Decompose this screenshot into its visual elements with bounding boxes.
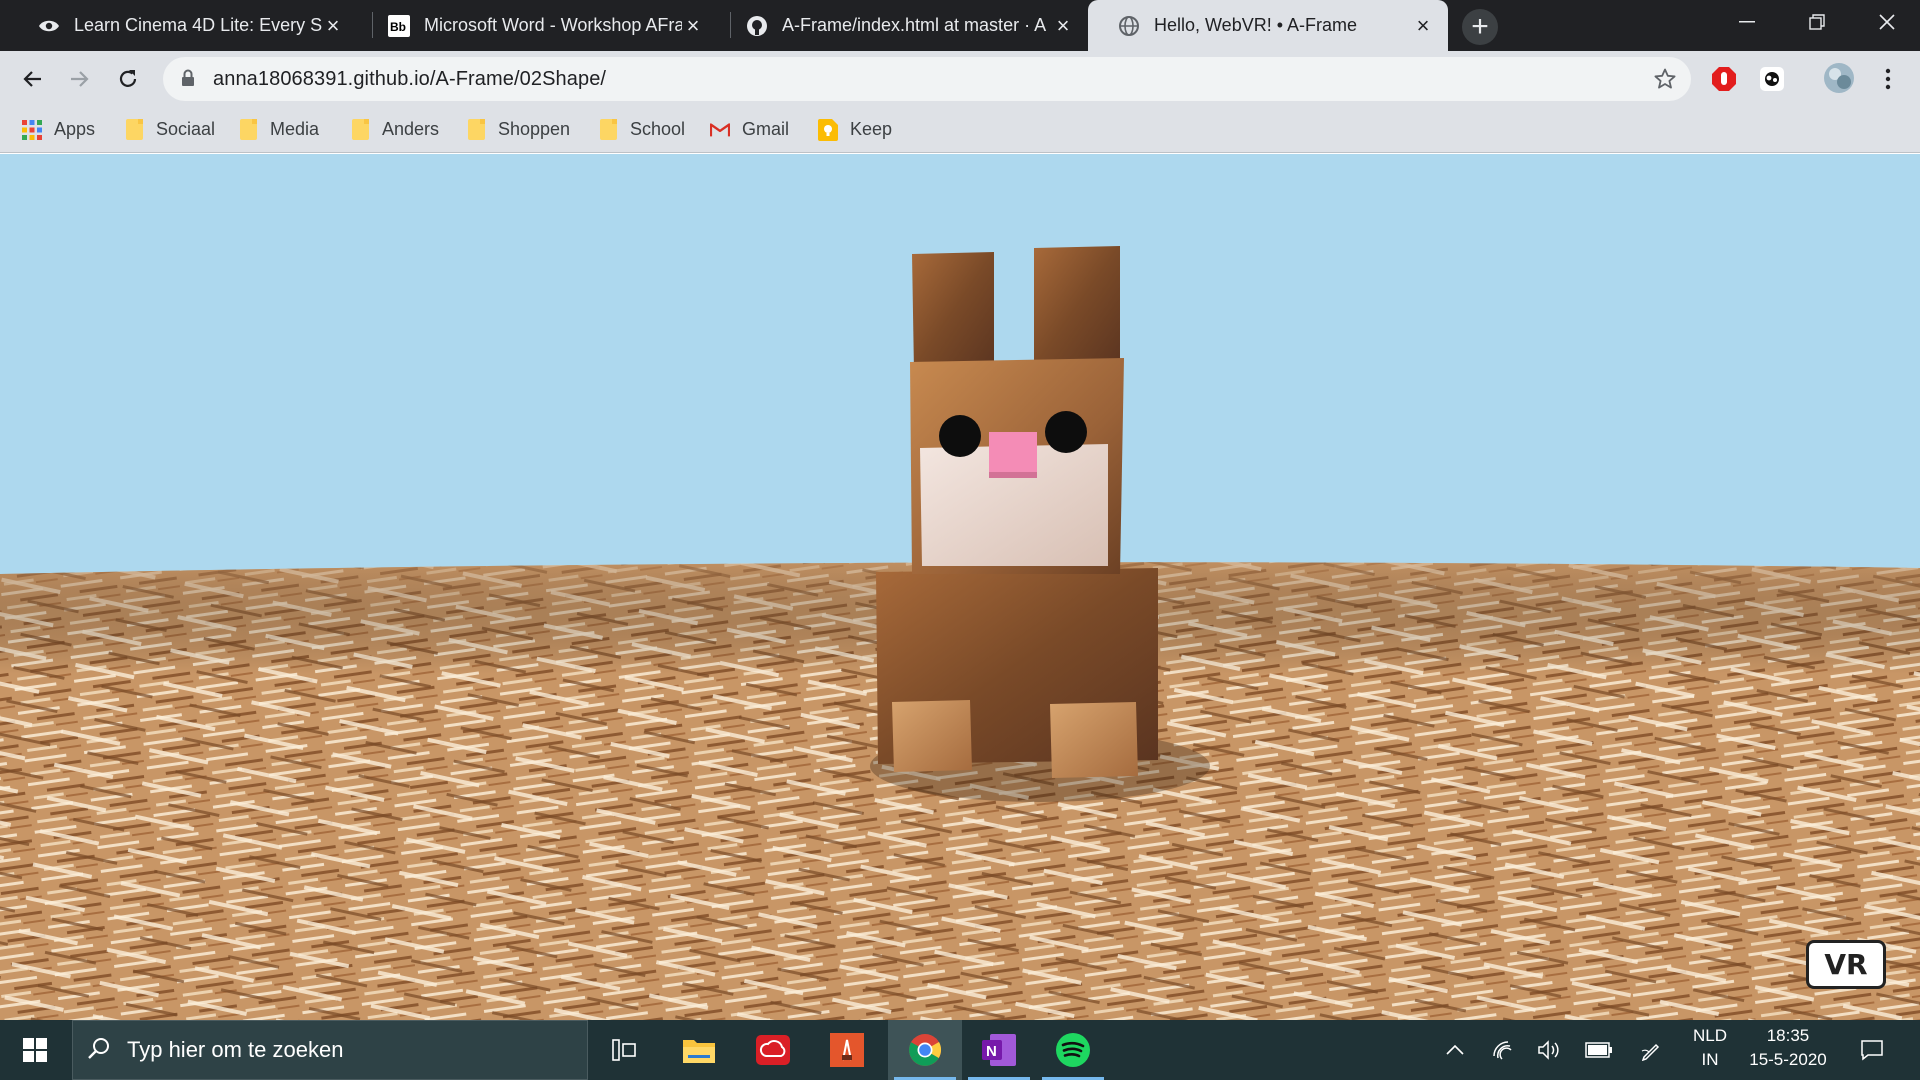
clock-time: 18:35 bbox=[1766, 1026, 1810, 1045]
wifi-icon[interactable] bbox=[1488, 1020, 1518, 1080]
volume-icon[interactable] bbox=[1534, 1020, 1564, 1080]
left-ear bbox=[912, 252, 994, 372]
search-icon bbox=[87, 1036, 111, 1065]
show-hidden-icons-chevron-icon[interactable] bbox=[1440, 1020, 1470, 1080]
taskbar-search-box[interactable]: Typ hier om te zoeken bbox=[72, 1020, 588, 1080]
tab-strip: Learn Cinema 4D Lite: Every Step × Bb Mi… bbox=[0, 0, 1920, 51]
arrow-left-icon bbox=[23, 71, 41, 87]
github-icon bbox=[746, 15, 768, 37]
svg-text:Bb: Bb bbox=[390, 20, 406, 34]
bookmark-anders[interactable]: Anders bbox=[350, 107, 439, 152]
windows-logo-icon bbox=[23, 1038, 47, 1062]
vr-mode-button[interactable]: VR bbox=[1806, 940, 1886, 989]
language-code: NLD bbox=[1692, 1026, 1727, 1045]
bookmark-apps[interactable]: Apps bbox=[22, 107, 95, 152]
bookmark-label: School bbox=[630, 119, 686, 139]
onenote-icon[interactable]: N bbox=[962, 1020, 1036, 1080]
restore-icon[interactable] bbox=[1788, 0, 1846, 44]
close-icon[interactable]: × bbox=[1412, 13, 1434, 38]
clock[interactable]: 18:35 15-5-2020 bbox=[1740, 1026, 1836, 1070]
action-center-icon[interactable] bbox=[1852, 1020, 1892, 1080]
aframe-scene[interactable]: VR bbox=[0, 154, 1920, 1020]
minimize-icon[interactable] bbox=[1718, 0, 1776, 44]
profile-avatar[interactable] bbox=[1822, 61, 1856, 95]
left-paw bbox=[892, 700, 972, 772]
battery-icon[interactable] bbox=[1582, 1020, 1616, 1080]
left-eye bbox=[939, 415, 981, 457]
tab-title: Learn Cinema 4D Lite: Every Step bbox=[74, 15, 322, 35]
window-close-icon[interactable] bbox=[1858, 0, 1916, 44]
right-ear bbox=[1034, 246, 1120, 368]
spotify-icon[interactable] bbox=[1036, 1020, 1110, 1080]
bookmark-keep[interactable]: Keep bbox=[818, 107, 892, 152]
tab-title: Hello, WebVR! • A-Frame bbox=[1154, 15, 1358, 35]
language-indicator[interactable]: NLD IN bbox=[1682, 1026, 1738, 1070]
pen-workspace-icon[interactable] bbox=[1636, 1020, 1666, 1080]
arrow-right-icon bbox=[71, 71, 89, 87]
bookmark-label: Media bbox=[270, 119, 320, 139]
task-view-icon[interactable] bbox=[588, 1020, 662, 1080]
svg-text:N: N bbox=[986, 1043, 997, 1060]
clock-date: 15-5-2020 bbox=[1749, 1050, 1827, 1069]
close-icon[interactable]: × bbox=[322, 13, 344, 38]
bookmarks-bar: Apps Sociaal Media Anders Shoppen School… bbox=[0, 107, 1920, 153]
chrome-icon[interactable] bbox=[888, 1020, 962, 1080]
bookmark-school[interactable]: School bbox=[598, 107, 685, 152]
bookmark-label: Gmail bbox=[742, 119, 790, 139]
reload-button[interactable] bbox=[108, 59, 148, 99]
menu-kebab-icon[interactable] bbox=[1874, 65, 1902, 93]
tab-aframe[interactable]: Hello, WebVR! • A-Frame × bbox=[1088, 0, 1448, 51]
bookmark-label: Shoppen bbox=[498, 119, 571, 139]
tab-title: A-Frame/index.html at master · A bbox=[782, 15, 1047, 35]
extension-icon[interactable] bbox=[1758, 65, 1786, 93]
forward-button[interactable] bbox=[60, 59, 100, 99]
new-tab-button[interactable]: + bbox=[1462, 9, 1498, 45]
address-bar[interactable]: anna18068391.github.io/A-Frame/02Shape/ bbox=[163, 57, 1691, 101]
keep-icon bbox=[818, 118, 838, 141]
browser-toolbar: anna18068391.github.io/A-Frame/02Shape/ bbox=[0, 51, 1920, 107]
folder-icon bbox=[350, 119, 370, 141]
globe-icon bbox=[1118, 15, 1140, 37]
right-eye bbox=[1045, 411, 1087, 453]
folder-icon bbox=[466, 119, 486, 141]
right-paw bbox=[1050, 702, 1138, 778]
adblock-icon[interactable] bbox=[1710, 65, 1738, 93]
star-icon[interactable] bbox=[1653, 67, 1677, 96]
keyboard-code: IN bbox=[1701, 1050, 1719, 1069]
blackboard-icon: Bb bbox=[388, 14, 410, 37]
lock-icon bbox=[181, 69, 195, 92]
gmail-icon bbox=[710, 119, 730, 141]
creative-cloud-icon[interactable] bbox=[736, 1020, 810, 1080]
tab-title: Microsoft Word - Workshop AFra bbox=[424, 15, 682, 35]
bunny-nose bbox=[989, 432, 1037, 478]
apps-grid-icon bbox=[22, 119, 42, 141]
url-text[interactable]: anna18068391.github.io/A-Frame/02Shape/ bbox=[213, 68, 606, 91]
tab-github[interactable]: A-Frame/index.html at master · A × bbox=[716, 0, 1088, 51]
bookmark-sociaal[interactable]: Sociaal bbox=[124, 107, 215, 152]
file-explorer-icon[interactable] bbox=[662, 1020, 736, 1080]
bookmark-gmail[interactable]: Gmail bbox=[710, 107, 789, 152]
tab-cinema4d[interactable]: Learn Cinema 4D Lite: Every Step × bbox=[8, 0, 358, 51]
bookmark-label: Keep bbox=[850, 119, 893, 139]
folder-icon bbox=[124, 119, 144, 141]
folder-icon bbox=[238, 119, 258, 141]
tab-word[interactable]: Bb Microsoft Word - Workshop AFra × bbox=[358, 0, 718, 51]
back-button[interactable] bbox=[12, 59, 52, 99]
scene-canvas bbox=[0, 154, 1920, 1020]
folder-icon bbox=[598, 119, 618, 141]
bookmark-label: Apps bbox=[54, 119, 96, 139]
windows-taskbar: Typ hier om te zoeken N NLD IN 18:35 15-… bbox=[0, 1020, 1920, 1080]
reload-icon bbox=[119, 70, 137, 87]
bookmark-label: Anders bbox=[382, 119, 440, 139]
bookmark-media[interactable]: Media bbox=[238, 107, 319, 152]
windows-start-button[interactable] bbox=[0, 1020, 70, 1080]
bookmark-shoppen[interactable]: Shoppen bbox=[466, 107, 570, 152]
sketch-app-icon[interactable] bbox=[810, 1020, 884, 1080]
close-icon[interactable]: × bbox=[682, 13, 704, 38]
bookmark-label: Sociaal bbox=[156, 119, 216, 139]
close-icon[interactable]: × bbox=[1052, 13, 1074, 38]
eye-icon bbox=[38, 15, 60, 37]
search-placeholder: Typ hier om te zoeken bbox=[127, 1037, 344, 1062]
